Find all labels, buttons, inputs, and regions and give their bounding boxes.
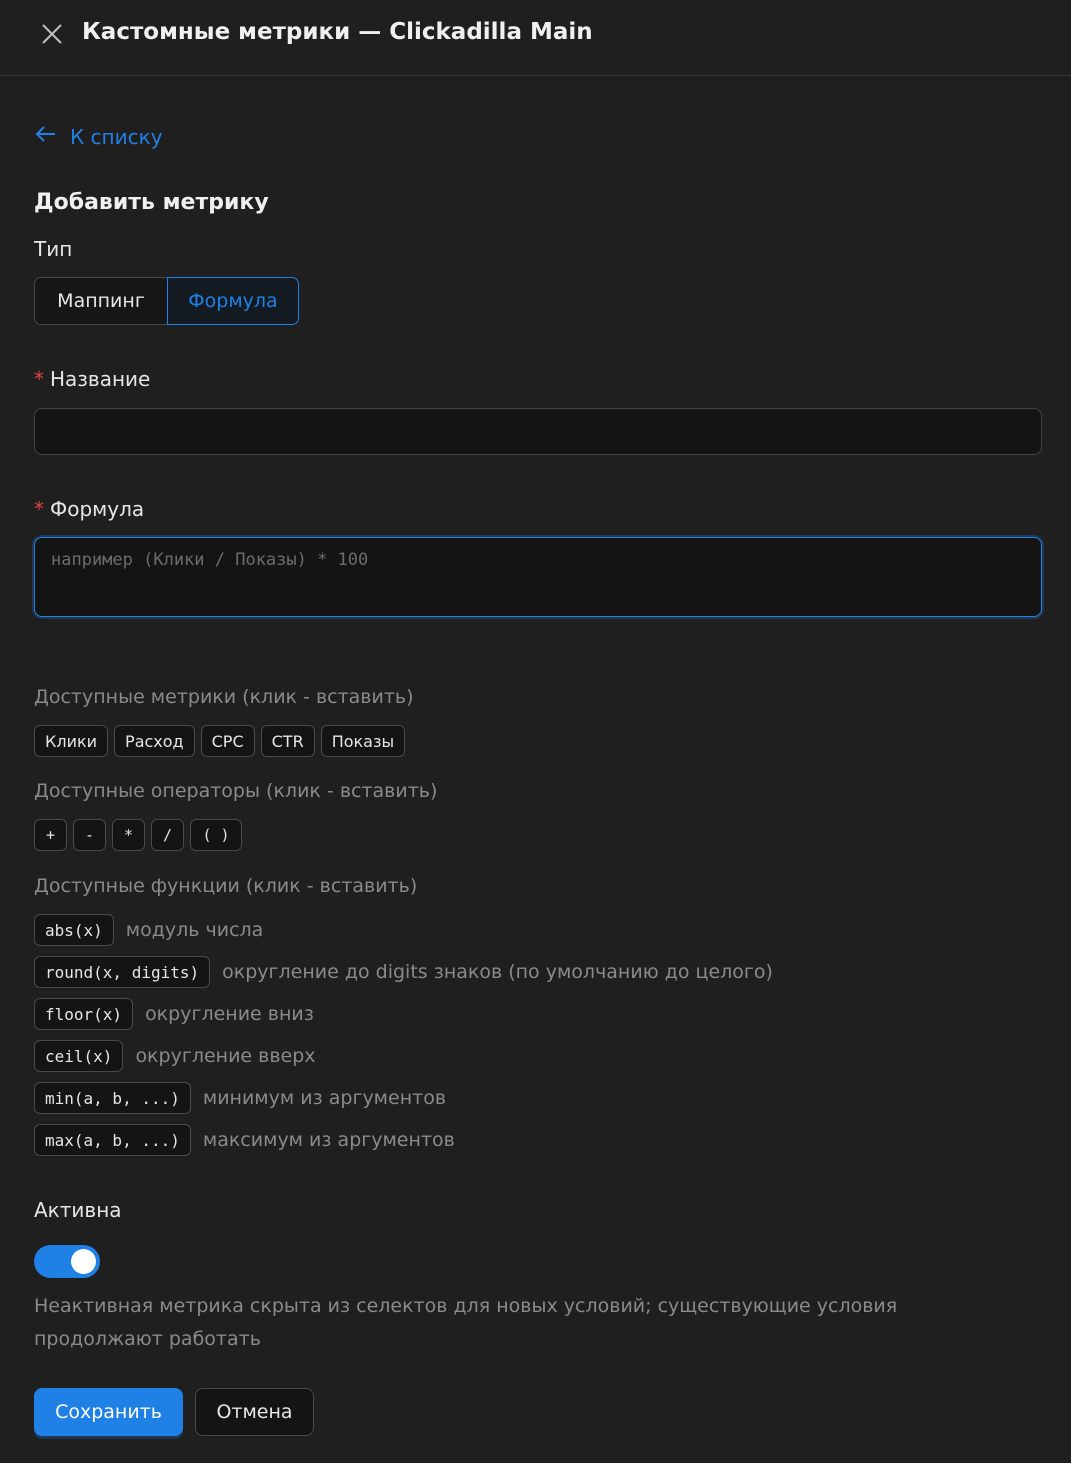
active-hint: Неактивная метрика скрыта из селектов дл… (34, 1295, 898, 1350)
page-title: Кастомные метрики — Clickadilla Main (82, 19, 593, 45)
function-desc: модуль числа (125, 919, 264, 941)
name-label: * Название (34, 367, 150, 391)
name-label-text: Название (50, 367, 151, 391)
required-mark: * (34, 367, 44, 391)
arrow-left-icon (34, 124, 58, 149)
metric-chip-spend[interactable]: Расход (114, 725, 195, 757)
cancel-button[interactable]: Отмена (195, 1388, 314, 1436)
metric-chip-ctr[interactable]: CTR (260, 725, 315, 757)
function-row: abs(x) модуль числа (34, 914, 263, 946)
close-icon[interactable] (38, 20, 66, 48)
type-option-mapping[interactable]: Маппинг (34, 277, 167, 325)
function-chip-floor[interactable]: floor(x) (34, 998, 134, 1030)
function-chip-abs[interactable]: abs(x) (34, 914, 114, 946)
function-row: min(a, b, ...) минимум из аргументов (34, 1082, 446, 1114)
function-desc: минимум из аргументов (202, 1087, 447, 1109)
active-toggle[interactable] (34, 1245, 100, 1278)
type-option-formula[interactable]: Формула (167, 277, 299, 325)
toggle-knob (71, 1249, 96, 1274)
formula-label: * Формула (34, 497, 144, 521)
name-input[interactable] (34, 408, 1042, 455)
active-label: Активна (34, 1198, 122, 1222)
save-button[interactable]: Сохранить (34, 1388, 183, 1436)
type-label: Тип (34, 237, 73, 261)
operator-chip-plus[interactable]: + (34, 819, 67, 851)
type-selector: Маппинг Формула (34, 277, 299, 325)
function-desc: округление вниз (145, 1003, 314, 1025)
metric-chip-impressions[interactable]: Показы (320, 725, 406, 757)
metric-chip-clicks[interactable]: Клики (34, 725, 109, 757)
function-row: floor(x) округление вниз (34, 998, 314, 1030)
function-row: max(a, b, ...) максимум из аргументов (34, 1124, 455, 1156)
function-row: round(x, digits) округление до digits зн… (34, 956, 773, 988)
function-chip-min[interactable]: min(a, b, ...) (34, 1082, 191, 1114)
operator-chip-multiply[interactable]: * (112, 819, 145, 851)
function-chip-round[interactable]: round(x, digits) (34, 956, 211, 988)
metrics-label: Доступные метрики (клик - вставить) (34, 686, 414, 708)
operator-chip-parens[interactable]: ( ) (190, 819, 242, 851)
operator-chip-minus[interactable]: - (73, 819, 106, 851)
function-chip-max[interactable]: max(a, b, ...) (34, 1124, 191, 1156)
function-row: ceil(x) округление вверх (34, 1040, 316, 1072)
function-desc: максимум из аргументов (202, 1129, 455, 1151)
back-to-list-link[interactable]: К списку (34, 124, 163, 149)
required-mark: * (34, 497, 44, 521)
functions-label: Доступные функции (клик - вставить) (34, 875, 418, 897)
drawer-header: Кастомные метрики — Clickadilla Main (0, 0, 1071, 76)
metrics-chips: Клики Расход CPC CTR Показы (34, 725, 406, 757)
formula-input[interactable] (34, 537, 1042, 617)
metric-chip-cpc[interactable]: CPC (200, 725, 255, 757)
operators-label: Доступные операторы (клик - вставить) (34, 780, 438, 802)
function-desc: округление до digits знаков (по умолчани… (222, 961, 773, 983)
section-title: Добавить метрику (34, 190, 269, 215)
operator-chip-divide[interactable]: / (151, 819, 184, 851)
function-desc: округление вверх (135, 1045, 316, 1067)
formula-label-text: Формула (50, 497, 145, 521)
operator-chips: + - * / ( ) (34, 819, 242, 851)
function-chip-ceil[interactable]: ceil(x) (34, 1040, 124, 1072)
back-link-label: К списку (70, 124, 163, 149)
